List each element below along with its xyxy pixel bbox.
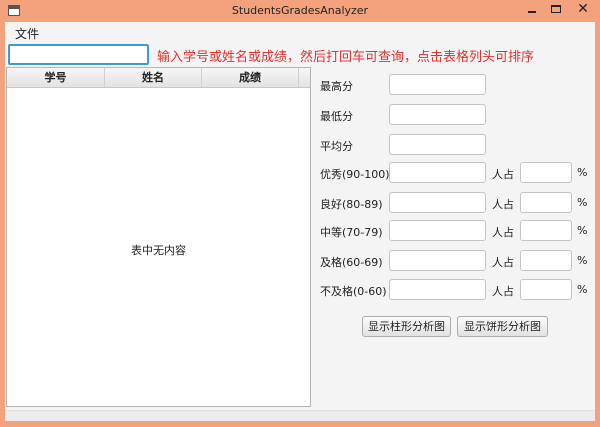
search-input[interactable] xyxy=(8,44,149,65)
maximize-icon xyxy=(551,5,561,13)
show-bar-chart-button[interactable]: 显示柱形分析图 xyxy=(362,316,451,337)
search-hint: 输入学号或姓名或成绩，然后打回车可查询，点击表格列头可排序 xyxy=(157,50,535,65)
grade-medium-count-field[interactable] xyxy=(389,220,486,241)
column-header-name[interactable]: 姓名 xyxy=(105,68,202,87)
grade-fail-percent-sign: % xyxy=(577,283,588,296)
column-header-student-id[interactable]: 学号 xyxy=(7,68,105,87)
grade-medium-percent-field[interactable] xyxy=(520,220,572,241)
grade-fail-percent-field[interactable] xyxy=(520,279,572,300)
window-title: StudentsGradesAnalyzer xyxy=(231,4,369,17)
app-window: StudentsGradesAnalyzer ✕ 文件 输入学号或姓名或成绩，然… xyxy=(0,0,600,427)
min-score-field[interactable] xyxy=(389,104,486,125)
grade-medium-percent-sign: % xyxy=(577,224,588,237)
minimize-icon xyxy=(528,11,536,13)
grade-pass-count-label: 人占 xyxy=(492,256,514,269)
close-button[interactable]: ✕ xyxy=(568,0,598,20)
max-score-field[interactable] xyxy=(389,74,486,95)
grade-medium-count-label: 人占 xyxy=(492,226,514,239)
close-icon: ✕ xyxy=(577,1,589,17)
column-header-filler xyxy=(299,68,310,87)
grade-good-percent-field[interactable] xyxy=(520,192,572,213)
max-score-label: 最高分 xyxy=(320,80,353,93)
grade-good-label: 良好(80-89) xyxy=(320,198,383,211)
grade-good-count-field[interactable] xyxy=(389,192,486,213)
grade-pass-percent-sign: % xyxy=(577,254,588,267)
grade-medium-label: 中等(70-79) xyxy=(320,226,383,239)
grade-good-percent-sign: % xyxy=(577,196,588,209)
grade-excellent-count-label: 人占 xyxy=(492,168,514,181)
table-header: 学号 姓名 成绩 xyxy=(7,68,310,88)
min-score-label: 最低分 xyxy=(320,110,353,123)
grade-excellent-label: 优秀(90-100) xyxy=(320,168,390,181)
menu-file[interactable]: 文件 xyxy=(15,25,39,42)
grade-excellent-percent-sign: % xyxy=(577,166,588,179)
avg-score-label: 平均分 xyxy=(320,140,353,153)
minimize-button[interactable] xyxy=(520,0,544,20)
grade-excellent-percent-field[interactable] xyxy=(520,162,572,183)
grade-fail-count-field[interactable] xyxy=(389,279,486,300)
grade-good-count-label: 人占 xyxy=(492,198,514,211)
menu-bar: 文件 xyxy=(5,22,595,42)
grade-fail-label: 不及格(0-60) xyxy=(320,285,387,298)
grade-pass-label: 及格(60-69) xyxy=(320,256,383,269)
grade-pass-count-field[interactable] xyxy=(389,250,486,271)
grade-pass-percent-field[interactable] xyxy=(520,250,572,271)
grades-table[interactable]: 学号 姓名 成绩 表中无内容 xyxy=(6,67,311,407)
column-header-score[interactable]: 成绩 xyxy=(202,68,299,87)
avg-score-field[interactable] xyxy=(389,134,486,155)
title-bar[interactable]: StudentsGradesAnalyzer ✕ xyxy=(0,0,600,22)
maximize-button[interactable] xyxy=(544,0,568,20)
show-pie-chart-button[interactable]: 显示饼形分析图 xyxy=(457,316,548,337)
grade-excellent-count-field[interactable] xyxy=(389,162,486,183)
grade-fail-count-label: 人占 xyxy=(492,285,514,298)
client-area: 文件 输入学号或姓名或成绩，然后打回车可查询，点击表格列头可排序 学号 姓名 成… xyxy=(5,22,595,421)
bottom-status-bar xyxy=(5,410,595,421)
table-empty-message: 表中无内容 xyxy=(131,244,186,257)
